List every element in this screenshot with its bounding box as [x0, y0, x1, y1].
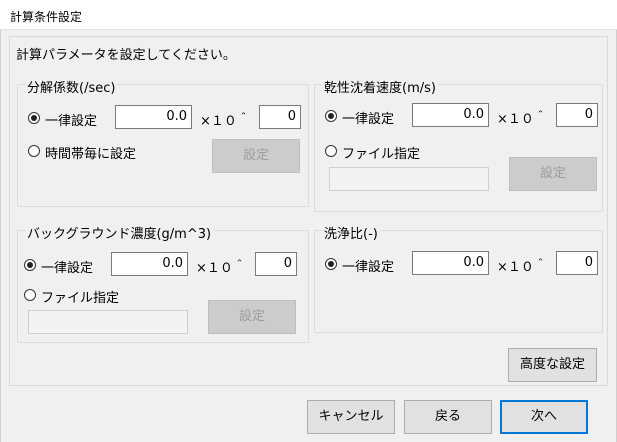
cancel-button[interactable]: キャンセル	[307, 400, 395, 434]
washout-multiplier: ×１０＾	[497, 260, 547, 275]
dry-deposition-uniform-label[interactable]: 一律設定	[342, 108, 394, 127]
background-file-label[interactable]: ファイル指定	[41, 287, 119, 306]
dry-deposition-multiplier: ×１０＾	[497, 112, 547, 127]
instruction-text: 計算パラメータを設定してください。	[16, 48, 236, 63]
advanced-settings-button[interactable]: 高度な設定	[508, 348, 597, 382]
title-bar: 計算条件設定	[0, 0, 617, 30]
washout-exponent-input[interactable]: 0	[556, 251, 598, 275]
decomposition-uniform-radio[interactable]	[28, 112, 40, 124]
background-title: バックグラウンド濃度(g/m^3)	[25, 223, 214, 242]
background-value-input[interactable]: 0.0	[111, 252, 188, 276]
dry-deposition-file-path[interactable]	[329, 167, 489, 191]
background-uniform-label[interactable]: 一律設定	[41, 257, 93, 276]
dry-deposition-value-input[interactable]: 0.0	[412, 103, 489, 127]
decomposition-set-button[interactable]: 設定	[212, 139, 300, 173]
background-uniform-radio[interactable]	[24, 259, 36, 271]
washout-uniform-label[interactable]: 一律設定	[342, 256, 394, 275]
washout-group	[314, 230, 603, 333]
decomposition-value-input[interactable]: 0.0	[115, 105, 192, 129]
decomposition-hourly-label[interactable]: 時間帯毎に設定	[45, 143, 136, 162]
washout-title: 洗浄比(-)	[322, 223, 380, 242]
background-file-radio[interactable]	[24, 289, 36, 301]
decomposition-hourly-radio[interactable]	[28, 145, 40, 157]
dry-deposition-uniform-radio[interactable]	[325, 110, 337, 122]
back-button[interactable]: 戻る	[404, 400, 492, 434]
background-exponent-input[interactable]: 0	[255, 252, 297, 276]
decomposition-exponent-input[interactable]: 0	[259, 105, 301, 129]
decomposition-multiplier: ×１０＾	[200, 114, 250, 129]
background-set-button[interactable]: 設定	[208, 300, 296, 334]
next-button[interactable]: 次へ	[500, 400, 588, 434]
background-file-path[interactable]	[28, 310, 188, 334]
dry-deposition-exponent-input[interactable]: 0	[556, 103, 598, 127]
dry-deposition-set-button[interactable]: 設定	[509, 157, 597, 191]
dry-deposition-file-label[interactable]: ファイル指定	[342, 143, 420, 162]
window-title: 計算条件設定	[10, 10, 83, 24]
dry-deposition-title: 乾性沈着速度(m/s)	[322, 77, 438, 96]
washout-value-input[interactable]: 0.0	[412, 251, 489, 275]
washout-uniform-radio[interactable]	[325, 258, 337, 270]
decomposition-title: 分解係数(/sec)	[25, 77, 118, 96]
decomposition-uniform-label[interactable]: 一律設定	[45, 110, 97, 129]
background-multiplier: ×１０＾	[196, 261, 246, 276]
dry-deposition-file-radio[interactable]	[325, 145, 337, 157]
